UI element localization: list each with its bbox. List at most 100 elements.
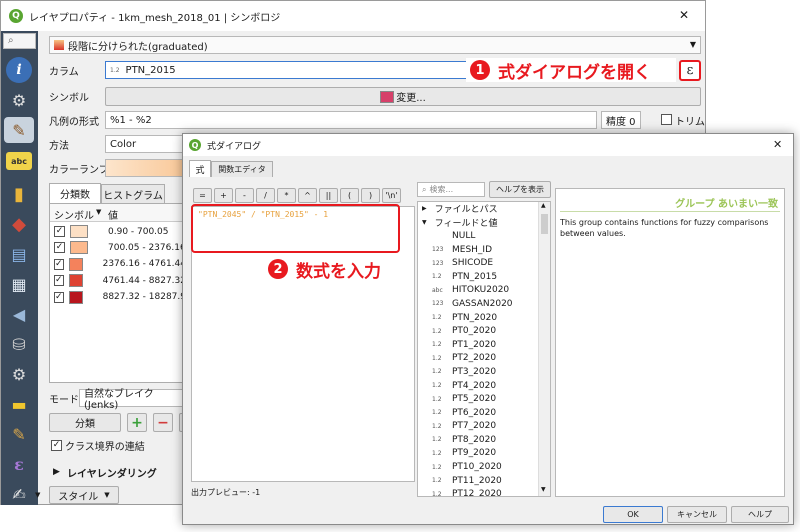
tree-scrollbar[interactable]: ▲ ▼ xyxy=(538,202,550,496)
list-item[interactable]: 1.2 PTN_2020 xyxy=(428,311,550,325)
sidebar-item-variables-icon[interactable]: ε xyxy=(6,451,32,477)
sidebar-item-joins-icon[interactable]: ◀ xyxy=(6,301,32,327)
operator-button[interactable]: * xyxy=(277,188,296,203)
sidebar-item-source-icon[interactable]: ⚙ xyxy=(6,87,32,113)
tab-classes[interactable]: 分類数 xyxy=(49,183,101,203)
operator-button[interactable]: ^ xyxy=(298,188,317,203)
col-symbol-header[interactable]: シンボル xyxy=(54,207,94,222)
sidebar-item-display-icon[interactable]: ▬ xyxy=(6,391,32,417)
list-item[interactable]: 1.2 PT1_2020 xyxy=(428,338,550,352)
operator-button[interactable]: '\n' xyxy=(382,188,401,203)
list-item[interactable]: NULL xyxy=(428,229,550,243)
precision-spinbox[interactable]: 精度 0 xyxy=(601,111,641,129)
class-visible-checkbox[interactable]: ✓ xyxy=(54,226,65,237)
list-item[interactable]: 1.2 PT8_2020 xyxy=(428,433,550,447)
scroll-thumb[interactable] xyxy=(541,214,548,234)
tab-expression[interactable]: 式 xyxy=(189,160,211,177)
expression-dialog-button[interactable]: ε xyxy=(679,60,701,81)
sidebar-item-symbology-icon[interactable]: ✎ xyxy=(4,117,34,143)
sidebar-item-labels-icon[interactable]: abc xyxy=(6,152,32,170)
class-value[interactable]: 0.90 - 700.05 xyxy=(108,227,169,237)
table-row[interactable]: ✓ 4761.44 - 8827.32 xyxy=(50,273,186,288)
operator-button[interactable]: / xyxy=(256,188,275,203)
list-item[interactable]: 1.2 PT10_2020 xyxy=(428,460,550,474)
add-class-button[interactable]: + xyxy=(127,413,147,432)
sidebar-item-information-icon[interactable]: i xyxy=(6,57,32,83)
col-value-header[interactable]: 値 xyxy=(108,207,118,222)
expand-arrow-icon[interactable]: ▶ xyxy=(53,467,60,477)
class-value[interactable]: 700.05 - 2376.16 xyxy=(108,243,186,253)
function-search-input[interactable]: ⌕ 検索... xyxy=(417,182,485,197)
list-item[interactable]: 1.2 PT7_2020 xyxy=(428,420,550,434)
delete-class-button[interactable]: − xyxy=(153,413,173,432)
list-item[interactable]: 1.2 PT0_2020 xyxy=(428,324,550,338)
class-visible-checkbox[interactable]: ✓ xyxy=(54,258,64,270)
list-item[interactable]: 1.2 PT5_2020 xyxy=(428,392,550,406)
class-value[interactable]: 4761.44 - 8827.32 xyxy=(103,276,186,286)
list-item[interactable]: 1.2 PT9_2020 xyxy=(428,447,550,461)
table-row[interactable]: ✓ 700.05 - 2376.16 xyxy=(50,240,186,255)
sidebar-item-actions-icon[interactable]: ⚙ xyxy=(6,361,32,387)
class-value[interactable]: 8827.32 - 18287.9 xyxy=(103,292,186,302)
class-color-swatch[interactable] xyxy=(70,241,88,255)
show-help-button[interactable]: ヘルプを表示 xyxy=(489,181,551,198)
class-color-swatch[interactable] xyxy=(70,225,88,238)
list-item[interactable]: 1.2 PT3_2020 xyxy=(428,365,550,379)
help-button[interactable]: ヘルプ xyxy=(731,506,789,523)
sidebar-item-diagrams-icon[interactable]: ▮ xyxy=(6,181,32,207)
dialog-close-button[interactable]: ✕ xyxy=(773,138,782,151)
tree-group-fields[interactable]: ▼ フィールドと値 xyxy=(418,216,550,230)
list-item[interactable]: 1.2 PT4_2020 xyxy=(428,379,550,393)
class-value[interactable]: 2376.16 - 4761.44 xyxy=(103,259,186,269)
class-color-swatch[interactable] xyxy=(68,274,83,288)
operator-button[interactable]: ( xyxy=(340,188,359,203)
class-visible-checkbox[interactable]: ✓ xyxy=(54,291,64,303)
mode-combo[interactable]: 自然なブレイク(Jenks) xyxy=(79,389,187,411)
trim-checkbox[interactable] xyxy=(661,114,672,125)
list-item[interactable]: 1.2 PT6_2020 xyxy=(428,406,550,420)
class-color-swatch[interactable] xyxy=(68,257,83,271)
table-row[interactable]: ✓ 2376.16 - 4761.44 xyxy=(50,257,186,272)
scroll-up-icon[interactable]: ▲ xyxy=(541,202,546,209)
method-combo[interactable]: Color xyxy=(105,135,183,153)
list-item[interactable]: 1.2 PT12_2020 xyxy=(428,487,550,496)
cancel-button[interactable]: キャンセル xyxy=(667,506,727,523)
list-item[interactable]: 1.2 PT2_2020 xyxy=(428,352,550,366)
sidebar-item-3d-view-icon[interactable]: ◆ xyxy=(6,211,32,237)
ok-button[interactable]: OK xyxy=(603,506,663,523)
class-visible-checkbox[interactable]: ✓ xyxy=(54,242,65,254)
operator-button[interactable]: + xyxy=(214,188,233,203)
list-item[interactable]: 1.2 PTN_2015 xyxy=(428,270,550,284)
classify-button[interactable]: 分類 xyxy=(49,413,121,432)
sidebar-item-rendering-icon[interactable]: ✎ xyxy=(6,421,32,447)
sidebar-item-storage-icon[interactable]: ⛁ xyxy=(6,331,32,357)
list-item[interactable]: abc HITOKU2020 xyxy=(428,284,550,298)
style-button[interactable]: スタイル ▼ xyxy=(49,486,119,504)
tab-histogram[interactable]: ヒストグラム xyxy=(101,184,165,203)
list-item[interactable]: 1.2 PT11_2020 xyxy=(428,474,550,488)
symbol-change-button[interactable]: 変更... xyxy=(105,87,701,106)
color-ramp-combo[interactable] xyxy=(105,159,183,177)
scrollbar-down-icon[interactable]: ▼ xyxy=(35,491,40,499)
list-item[interactable]: 123 GASSAN2020 xyxy=(428,297,550,311)
list-item[interactable]: 123 SHICODE xyxy=(428,256,550,270)
sidebar-item-fields-icon[interactable]: ▤ xyxy=(6,241,32,267)
sidebar-search[interactable]: ⌕ xyxy=(3,33,36,49)
table-row[interactable]: ✓ 8827.32 - 18287.9 xyxy=(50,290,186,305)
tree-group-files[interactable]: ▶ ファイルとパス xyxy=(418,202,550,216)
layer-rendering-label[interactable]: レイヤレンダリング xyxy=(67,463,157,481)
tab-function-editor[interactable]: 関数エディタ xyxy=(211,161,273,177)
table-row[interactable]: ✓ 0.90 - 700.05 xyxy=(50,224,186,239)
operator-button[interactable]: ) xyxy=(361,188,380,203)
class-color-swatch[interactable] xyxy=(68,290,83,304)
link-classes-checkbox[interactable]: ✓ xyxy=(51,440,62,451)
sidebar-item-metadata-icon[interactable]: ✍ xyxy=(6,481,32,507)
legend-format-input[interactable]: %1 - %2 xyxy=(105,111,597,129)
list-item[interactable]: 123 MESH_ID xyxy=(428,243,550,257)
scroll-down-icon[interactable]: ▼ xyxy=(541,486,546,493)
sidebar-item-attributes-form-icon[interactable]: ▦ xyxy=(6,271,32,297)
class-visible-checkbox[interactable]: ✓ xyxy=(54,275,64,287)
close-button[interactable]: ✕ xyxy=(679,8,689,22)
operator-button[interactable]: = xyxy=(193,188,212,203)
operator-button[interactable]: || xyxy=(319,188,338,203)
